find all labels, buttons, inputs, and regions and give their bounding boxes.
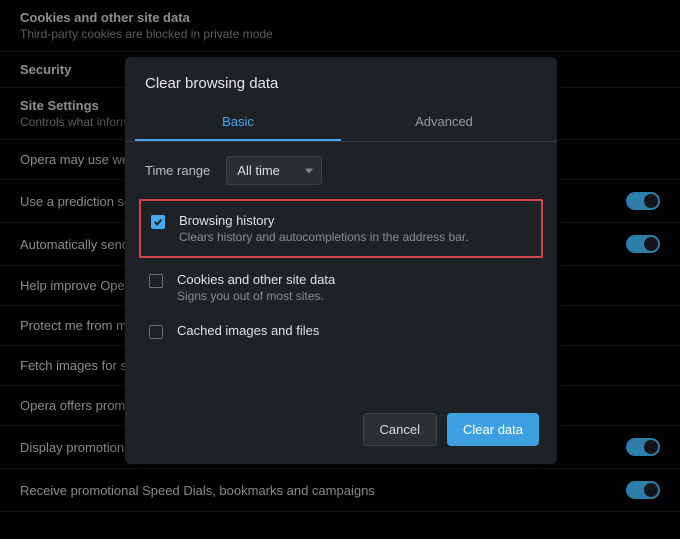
time-range-select[interactable]: All time bbox=[226, 156, 322, 185]
tab-basic[interactable]: Basic bbox=[135, 104, 341, 141]
dialog-tabs: Basic Advanced bbox=[125, 104, 557, 142]
check-item-browsing-history[interactable]: Browsing history Clears history and auto… bbox=[145, 203, 537, 254]
check-desc: Signs you out of most sites. bbox=[177, 289, 335, 303]
check-title: Cached images and files bbox=[177, 323, 319, 338]
time-range-row: Time range All time bbox=[143, 156, 539, 185]
time-range-label: Time range bbox=[145, 163, 210, 178]
check-text: Cookies and other site data Signs you ou… bbox=[177, 272, 335, 303]
check-item-cookies[interactable]: Cookies and other site data Signs you ou… bbox=[143, 262, 539, 313]
time-range-value: All time bbox=[237, 163, 280, 178]
dialog-title: Clear browsing data bbox=[125, 57, 557, 104]
cancel-button[interactable]: Cancel bbox=[363, 413, 437, 446]
check-title: Browsing history bbox=[179, 213, 469, 228]
dialog-footer: Cancel Clear data bbox=[125, 399, 557, 464]
dialog-body: Time range All time Browsing history Cle… bbox=[125, 142, 557, 399]
checkbox[interactable] bbox=[151, 215, 165, 229]
chevron-down-icon bbox=[305, 168, 313, 173]
check-text: Cached images and files bbox=[177, 323, 319, 339]
check-title: Cookies and other site data bbox=[177, 272, 335, 287]
tab-advanced[interactable]: Advanced bbox=[341, 104, 547, 141]
checkbox[interactable] bbox=[149, 325, 163, 339]
check-text: Browsing history Clears history and auto… bbox=[179, 213, 469, 244]
checkbox[interactable] bbox=[149, 274, 163, 288]
clear-browsing-data-dialog: Clear browsing data Basic Advanced Time … bbox=[125, 57, 557, 464]
highlighted-item: Browsing history Clears history and auto… bbox=[139, 199, 543, 258]
check-icon bbox=[153, 217, 163, 227]
check-item-cached[interactable]: Cached images and files bbox=[143, 313, 539, 349]
clear-data-button[interactable]: Clear data bbox=[447, 413, 539, 446]
check-desc: Clears history and autocompletions in th… bbox=[179, 230, 469, 244]
